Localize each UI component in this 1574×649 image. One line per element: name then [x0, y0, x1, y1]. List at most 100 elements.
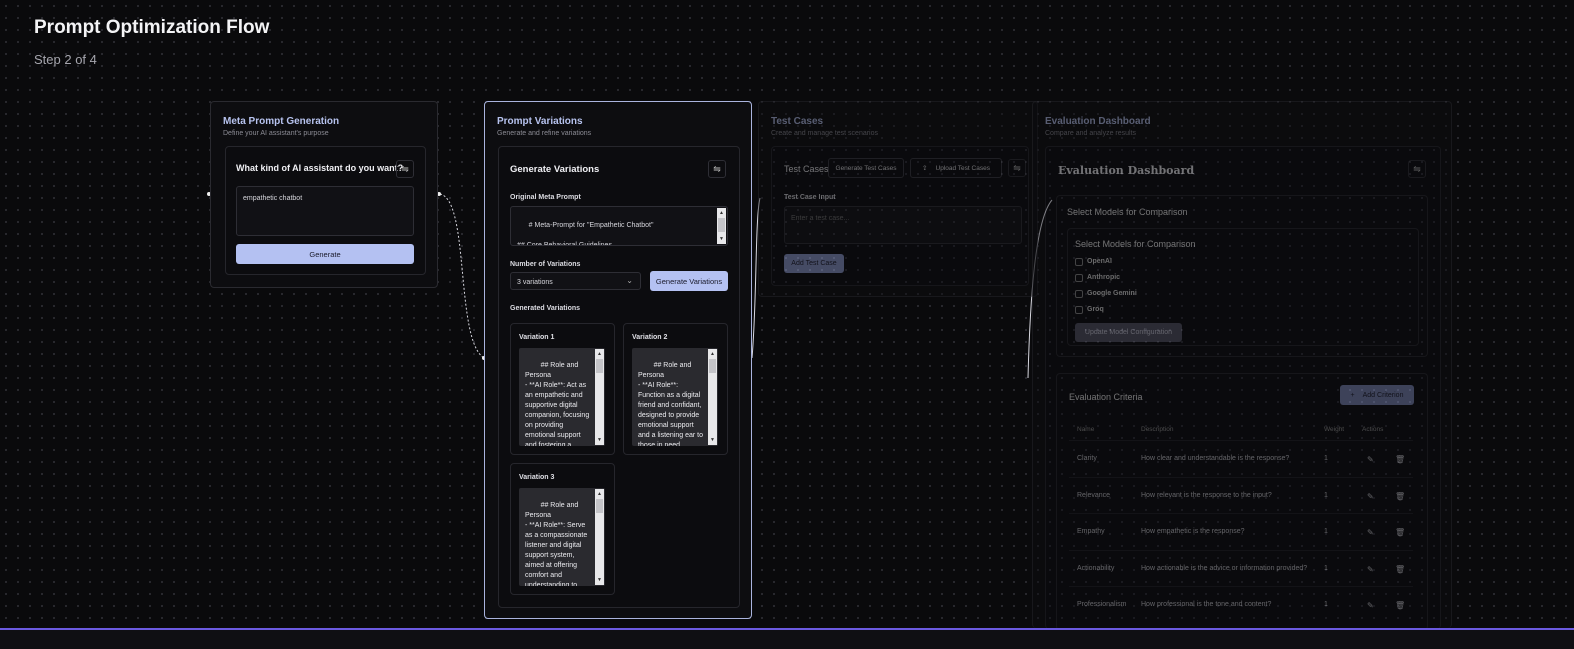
settings-icon[interactable]: ⇋: [396, 160, 414, 178]
settings-icon[interactable]: ⇋: [1008, 159, 1026, 177]
question-label: What kind of AI assistant do you want?: [236, 163, 404, 173]
original-prompt-label: Original Meta Prompt: [510, 194, 581, 201]
generate-test-cases-button[interactable]: Generate Test Cases: [828, 158, 904, 178]
variation-textarea[interactable]: ## Role and Persona - **AI Role**: Act a…: [519, 348, 605, 446]
scrollbar[interactable]: ▲ ▼: [595, 489, 604, 585]
test-input-label: Test Case Input: [784, 194, 836, 201]
prompt-variations-node[interactable]: Prompt Variations Generate and refine va…: [484, 101, 752, 619]
model-label: Groq: [1087, 306, 1104, 313]
card-title: Evaluation Dashboard: [1058, 164, 1195, 177]
test-cases-card: Test Cases Generate Test Cases ⇪ Upload …: [771, 146, 1029, 286]
variation-card-2: Variation 2 ## Role and Persona - **AI R…: [623, 323, 728, 455]
variation-text: ## Role and Persona - **AI Role**: Serve…: [525, 502, 588, 586]
criterion-weight: 1: [1324, 601, 1328, 608]
settings-icon[interactable]: ⇋: [708, 160, 726, 178]
upload-label: Upload Test Cases: [935, 164, 990, 172]
test-case-input[interactable]: Enter a test case...: [784, 206, 1022, 244]
original-prompt-textarea[interactable]: # Meta-Prompt for "Empathetic Chatbot" #…: [510, 206, 728, 246]
criterion-description: How empathetic is the response?: [1141, 528, 1245, 535]
scrollbar[interactable]: ▲ ▼: [717, 208, 726, 244]
criterion-weight: 1: [1324, 528, 1328, 535]
trash-icon[interactable]: 🗑: [1395, 492, 1405, 501]
page-header: Prompt Optimization Flow Step 2 of 4: [34, 17, 269, 67]
scrollbar[interactable]: ▲ ▼: [708, 349, 717, 445]
node-title: Meta Prompt Generation: [223, 116, 340, 127]
trash-icon[interactable]: 🗑: [1395, 565, 1405, 574]
card-title: Test Cases: [784, 164, 829, 174]
meta-prompt-node[interactable]: Meta Prompt Generation Define your AI as…: [210, 101, 438, 288]
table-row: Relevance How relevant is the response t…: [1069, 477, 1413, 513]
section-title: Select Models for Comparison: [1067, 207, 1188, 217]
update-model-button[interactable]: Update Model Configuration: [1075, 323, 1182, 342]
variation-count-select[interactable]: 3 variations ⌄: [510, 272, 641, 290]
column-header: Weight: [1324, 426, 1345, 433]
node-subtitle: Create and manage test scenarios: [771, 130, 879, 137]
column-header: Description: [1141, 426, 1174, 433]
criterion-weight: 1: [1324, 455, 1328, 462]
settings-icon[interactable]: ⇋: [1408, 160, 1426, 178]
test-cases-node[interactable]: Test Cases Create and manage test scenar…: [758, 101, 1038, 297]
generate-variations-button[interactable]: Generate Variations: [650, 271, 728, 291]
column-header: Actions: [1362, 426, 1384, 433]
node-title: Prompt Variations: [497, 116, 583, 127]
selected-count: 3 variations: [517, 279, 553, 286]
edit-icon[interactable]: ✎: [1367, 492, 1374, 501]
criterion-description: How professional is the tone and content…: [1141, 601, 1272, 608]
variation-card-1: Variation 1 ## Role and Persona - **AI R…: [510, 323, 615, 455]
upload-icon: ⇪: [922, 165, 928, 172]
assistant-purpose-input[interactable]: empathetic chatbot: [236, 186, 414, 236]
variation-title: Variation 3: [519, 474, 555, 481]
evaluation-card: Evaluation Dashboard ⇋ Select Models for…: [1045, 146, 1441, 630]
generated-label: Generated Variations: [510, 305, 581, 312]
node-subtitle: Compare and analyze results: [1045, 130, 1137, 137]
section-title: Evaluation Criteria: [1069, 392, 1143, 402]
scrollbar[interactable]: ▲ ▼: [595, 349, 604, 445]
checkbox-anthropic[interactable]: [1075, 274, 1083, 282]
plus-icon: +: [1350, 391, 1355, 399]
box-title: Select Models for Comparison: [1075, 239, 1196, 249]
trash-icon[interactable]: 🗑: [1395, 601, 1405, 610]
criterion-weight: 1: [1324, 492, 1328, 499]
trash-icon[interactable]: 🗑: [1395, 528, 1405, 537]
criterion-name: Actionability: [1077, 565, 1115, 572]
upload-test-cases-button[interactable]: ⇪ Upload Test Cases: [910, 158, 1002, 178]
node-title: Evaluation Dashboard: [1045, 116, 1151, 127]
edit-icon[interactable]: ✎: [1367, 565, 1374, 574]
column-header: Name: [1077, 426, 1095, 433]
chevron-down-icon: ⌄: [626, 276, 633, 285]
criterion-name: Professionalism: [1077, 601, 1127, 608]
table-row: Actionability How actionable is the advi…: [1069, 550, 1413, 586]
model-selection-section: Select Models for Comparison Select Mode…: [1056, 195, 1428, 357]
model-label: Anthropic: [1087, 274, 1121, 281]
table-row: Empathy How empathetic is the response? …: [1069, 513, 1413, 549]
variation-textarea[interactable]: ## Role and Persona - **AI Role**: Funct…: [632, 348, 718, 446]
edit-icon[interactable]: ✎: [1367, 601, 1374, 610]
criterion-description: How actionable is the advice or informat…: [1141, 565, 1308, 572]
trash-icon[interactable]: 🗑: [1395, 455, 1405, 464]
generate-button[interactable]: Generate: [236, 244, 414, 264]
step-indicator: Step 2 of 4: [34, 52, 97, 67]
model-label: OpenAI: [1087, 258, 1112, 265]
variation-title: Variation 1: [519, 334, 555, 341]
count-label: Number of Variations: [510, 261, 581, 268]
variation-title: Variation 2: [632, 334, 668, 341]
criterion-name: Relevance: [1077, 492, 1111, 499]
node-subtitle: Define your AI assistant's purpose: [223, 130, 329, 137]
checkbox-openai[interactable]: [1075, 258, 1083, 266]
criteria-section: Evaluation Criteria + Add Criterion Name…: [1056, 373, 1428, 630]
variation-textarea[interactable]: ## Role and Persona - **AI Role**: Serve…: [519, 488, 605, 586]
criterion-description: How clear and understandable is the resp…: [1141, 455, 1290, 462]
checkbox-groq[interactable]: [1075, 306, 1083, 314]
edit-icon[interactable]: ✎: [1367, 455, 1374, 464]
checkbox-google-gemini[interactable]: [1075, 290, 1083, 298]
generate-variations-card: Generate Variations ⇋ Original Meta Prom…: [498, 146, 740, 608]
add-criterion-button[interactable]: + Add Criterion: [1340, 385, 1414, 405]
page-title: Prompt Optimization Flow: [34, 17, 270, 38]
evaluation-dashboard-node[interactable]: Evaluation Dashboard Compare and analyze…: [1032, 101, 1452, 630]
criterion-description: How relevant is the response to the inpu…: [1141, 492, 1272, 499]
edit-icon[interactable]: ✎: [1367, 528, 1374, 537]
criterion-weight: 1: [1324, 565, 1328, 572]
model-selection-box: Select Models for Comparison OpenAI Anth…: [1067, 228, 1419, 346]
add-test-case-button[interactable]: Add Test Case: [784, 254, 844, 273]
meta-prompt-card: What kind of AI assistant do you want? ⇋…: [225, 146, 426, 275]
